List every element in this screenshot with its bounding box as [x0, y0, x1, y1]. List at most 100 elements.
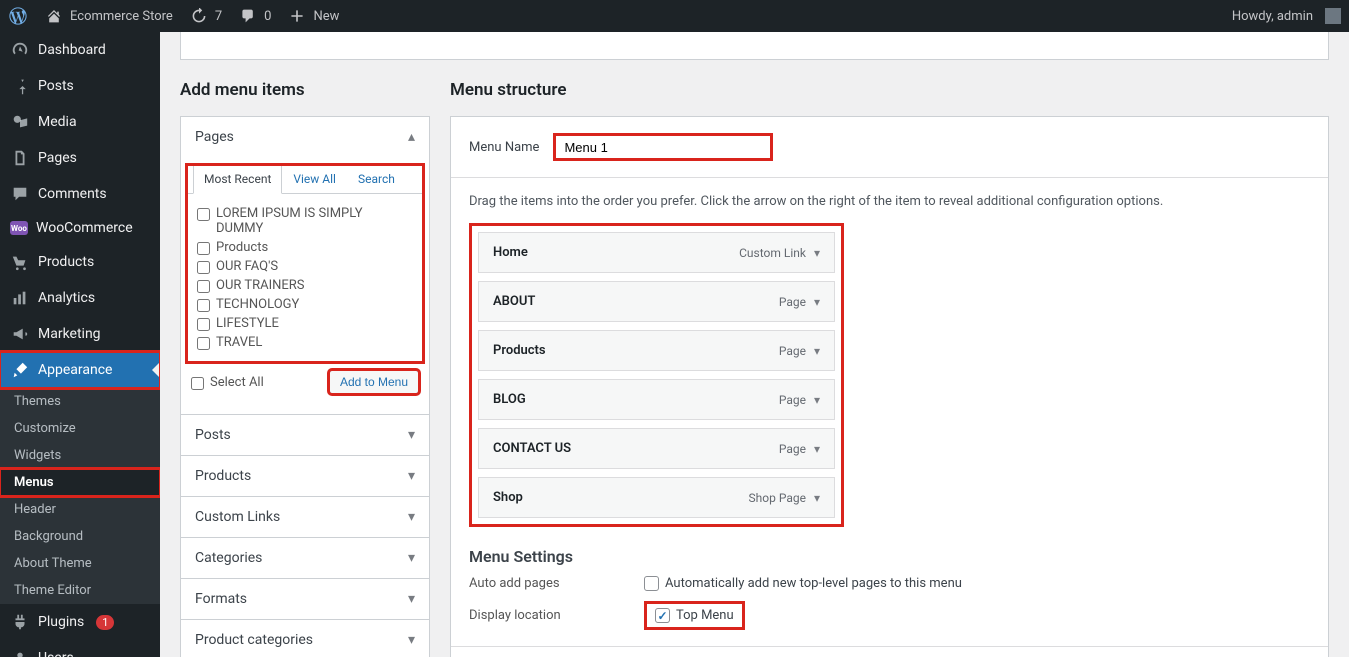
- comments-count: 0: [264, 9, 271, 24]
- page-check-item[interactable]: LOREM IPSUM IS SIMPLY DUMMY: [197, 204, 413, 238]
- page-check-item[interactable]: TECHNOLOGY: [197, 295, 413, 314]
- main-content: Add menu items Pages▴ Most Recent View A…: [160, 32, 1349, 657]
- pages-panel-body: Most Recent View All Search LOREM IPSUM …: [181, 157, 429, 414]
- nav-media[interactable]: Media: [0, 104, 160, 140]
- pages-icon: [10, 148, 30, 168]
- menu-name-input[interactable]: [553, 133, 773, 161]
- checkbox[interactable]: [644, 576, 659, 591]
- top-menu-check[interactable]: Top Menu: [655, 608, 734, 623]
- product-cats-panel-head[interactable]: Product categories▾: [181, 619, 429, 657]
- chevron-down-icon[interactable]: ▾: [814, 393, 820, 407]
- sub-widgets[interactable]: Widgets: [0, 442, 160, 469]
- nav-posts[interactable]: Posts: [0, 68, 160, 104]
- site-link[interactable]: Ecommerce Store: [36, 0, 181, 32]
- select-all-checkbox[interactable]: [191, 377, 204, 390]
- nav-woocommerce[interactable]: WooWooCommerce: [0, 212, 160, 244]
- add-items-heading: Add menu items: [180, 80, 430, 100]
- sub-background[interactable]: Background: [0, 523, 160, 550]
- chevron-down-icon[interactable]: ▾: [814, 295, 820, 309]
- tab-search[interactable]: Search: [347, 165, 406, 193]
- posts-panel-head[interactable]: Posts▾: [181, 414, 429, 455]
- pages-panel-head[interactable]: Pages▴: [181, 117, 429, 157]
- nav-analytics[interactable]: Analytics: [0, 280, 160, 316]
- nav-products[interactable]: Products: [0, 244, 160, 280]
- divider: [451, 646, 1328, 647]
- tab-view-all[interactable]: View All: [282, 165, 347, 193]
- menu-item[interactable]: ShopShop Page▾: [478, 477, 835, 518]
- pin-icon: [10, 76, 30, 96]
- nav-plugins[interactable]: Plugins1: [0, 604, 160, 640]
- chevron-down-icon: ▾: [408, 509, 415, 525]
- chevron-down-icon: ▾: [408, 591, 415, 607]
- menu-name-label: Menu Name: [469, 140, 539, 155]
- wordpress-icon: [8, 6, 28, 26]
- tab-most-recent[interactable]: Most Recent: [193, 165, 282, 194]
- chevron-up-icon: ▴: [408, 129, 415, 145]
- page-checkbox[interactable]: [197, 280, 210, 293]
- add-to-menu-button[interactable]: Add to Menu: [329, 370, 419, 394]
- chevron-down-icon: ▾: [408, 468, 415, 484]
- sub-customize[interactable]: Customize: [0, 415, 160, 442]
- sub-header[interactable]: Header: [0, 496, 160, 523]
- new-link[interactable]: New: [279, 0, 347, 32]
- dashboard-icon: [10, 40, 30, 60]
- page-checkbox[interactable]: [197, 318, 210, 331]
- menu-structure-heading: Menu structure: [450, 80, 1329, 100]
- page-check-item[interactable]: OUR FAQ'S: [197, 257, 413, 276]
- wp-logo[interactable]: [0, 0, 36, 32]
- page-checkbox[interactable]: [197, 261, 210, 274]
- products-icon: [10, 252, 30, 272]
- categories-panel-head[interactable]: Categories▾: [181, 537, 429, 578]
- page-checkbox[interactable]: [197, 337, 210, 350]
- chevron-down-icon[interactable]: ▾: [814, 442, 820, 456]
- menu-item[interactable]: HomeCustom Link▾: [478, 232, 835, 273]
- updates-link[interactable]: 7: [181, 0, 230, 32]
- select-all[interactable]: Select All: [191, 373, 264, 392]
- sub-theme-editor[interactable]: Theme Editor: [0, 577, 160, 604]
- nav-appearance[interactable]: Appearance: [0, 352, 160, 388]
- menu-item[interactable]: ABOUTPage▾: [478, 281, 835, 322]
- products-panel-head[interactable]: Products▾: [181, 455, 429, 496]
- my-account[interactable]: Howdy, admin: [1224, 0, 1349, 32]
- nav-dashboard[interactable]: Dashboard: [0, 32, 160, 68]
- nav-pages[interactable]: Pages: [0, 140, 160, 176]
- page-checkbox[interactable]: [197, 299, 210, 312]
- menu-settings-heading: Menu Settings: [469, 547, 1310, 566]
- menu-item[interactable]: ProductsPage▾: [478, 330, 835, 371]
- nav-comments[interactable]: Comments: [0, 176, 160, 212]
- divider: [451, 177, 1328, 178]
- comment-icon: [238, 6, 258, 26]
- menu-item[interactable]: CONTACT USPage▾: [478, 428, 835, 469]
- display-loc-label: Display location: [469, 608, 644, 623]
- site-name: Ecommerce Store: [70, 9, 173, 24]
- sub-menus[interactable]: Menus: [0, 469, 160, 496]
- checkbox-checked[interactable]: [655, 608, 670, 623]
- nav-users[interactable]: Users: [0, 640, 160, 657]
- page-checkbox[interactable]: [197, 208, 210, 221]
- notice-placeholder: [180, 32, 1329, 60]
- page-check-item[interactable]: TRAVEL: [197, 333, 413, 352]
- appearance-submenu: Themes Customize Widgets Menus Header Ba…: [0, 388, 160, 604]
- menu-item[interactable]: BLOGPage▾: [478, 379, 835, 420]
- sub-themes[interactable]: Themes: [0, 388, 160, 415]
- page-checkbox[interactable]: [197, 242, 210, 255]
- nav-marketing[interactable]: Marketing: [0, 316, 160, 352]
- pages-list[interactable]: LOREM IPSUM IS SIMPLY DUMMY Products OUR…: [187, 194, 423, 362]
- page-check-item[interactable]: OUR TRAINERS: [197, 276, 413, 295]
- page-check-item[interactable]: LIFESTYLE: [197, 314, 413, 333]
- custom-links-panel-head[interactable]: Custom Links▾: [181, 496, 429, 537]
- auto-add-label: Auto add pages: [469, 576, 644, 591]
- chevron-down-icon: ▾: [408, 550, 415, 566]
- sub-about-theme[interactable]: About Theme: [0, 550, 160, 577]
- woo-icon: Woo: [10, 221, 28, 235]
- menu-items-list: HomeCustom Link▾ ABOUTPage▾ ProductsPage…: [469, 223, 844, 527]
- chevron-down-icon[interactable]: ▾: [814, 344, 820, 358]
- chevron-down-icon[interactable]: ▾: [814, 491, 820, 505]
- home-icon: [44, 6, 64, 26]
- auto-add-check[interactable]: Automatically add new top-level pages to…: [644, 576, 962, 591]
- page-check-item[interactable]: Products: [197, 238, 413, 257]
- chevron-down-icon[interactable]: ▾: [814, 246, 820, 260]
- comments-link[interactable]: 0: [230, 0, 279, 32]
- formats-panel-head[interactable]: Formats▾: [181, 578, 429, 619]
- megaphone-icon: [10, 324, 30, 344]
